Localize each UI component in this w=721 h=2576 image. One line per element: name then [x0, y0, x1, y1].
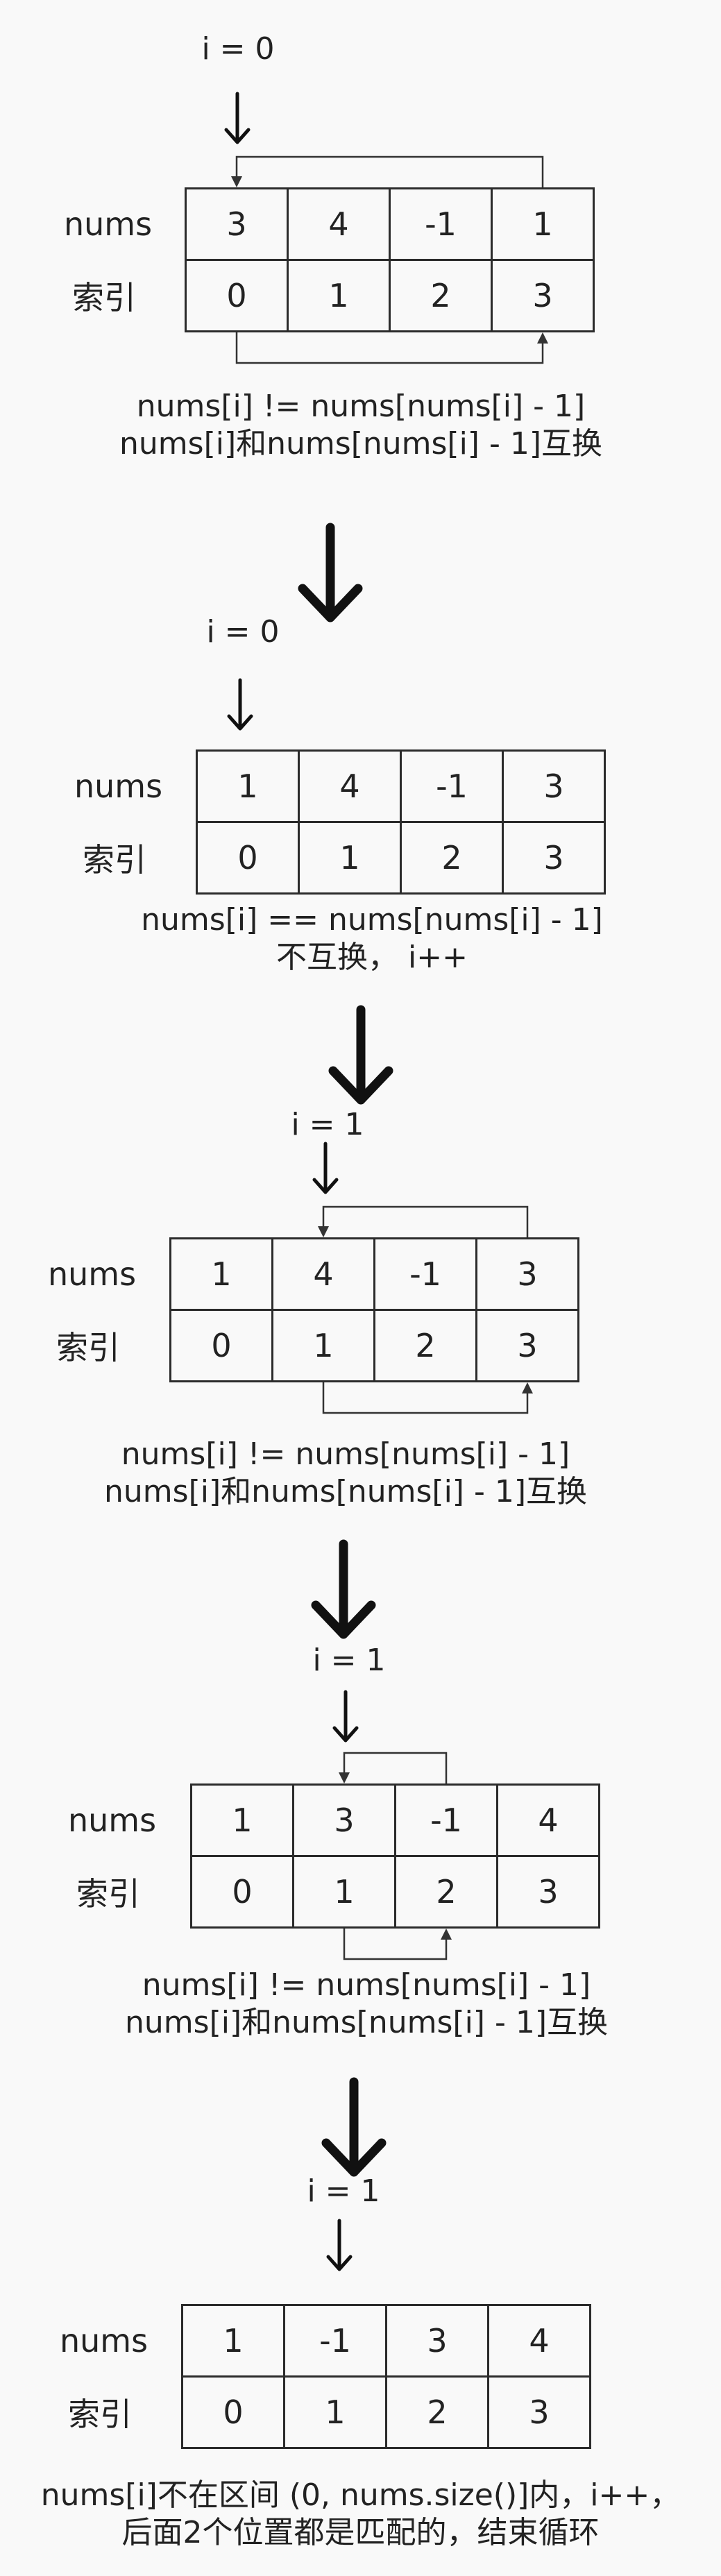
swap-connector-bottom: [343, 1929, 452, 1960]
nums-cell: 4: [496, 1783, 600, 1857]
nums-cell: 3: [502, 749, 606, 823]
nums-cell: 4: [287, 187, 391, 261]
nums-cell: 1: [169, 1237, 273, 1311]
swap-connector-top: [318, 1205, 529, 1237]
step-note-line1: nums[i] == nums[nums[i] - 1]: [141, 902, 603, 938]
nums-cell: 3: [292, 1783, 396, 1857]
nums-cell: -1: [373, 1237, 477, 1311]
next-step-arrow-icon: [298, 523, 363, 622]
pointer-down-arrow-icon: [312, 1142, 339, 1194]
swap-connector-top: [339, 1752, 448, 1783]
row-label-nums: nums: [74, 768, 163, 805]
index-cell: 2: [373, 1309, 477, 1382]
row-label-nums: nums: [48, 1255, 137, 1293]
swap-connector-top: [231, 155, 544, 187]
row-label-nums: nums: [64, 205, 153, 243]
step-note-line2: nums[i]和nums[nums[i] - 1]互换: [104, 1474, 587, 1509]
pointer-label: i = 1: [291, 1107, 364, 1142]
index-cell: 0: [196, 821, 300, 895]
next-step-arrow-icon: [311, 1539, 376, 1639]
step-note-line2: 不互换， i++: [276, 940, 468, 975]
next-step-arrow-icon: [328, 1005, 393, 1105]
index-cell: 0: [181, 2375, 285, 2449]
index-cell: 3: [475, 1309, 579, 1382]
index-cell: 3: [491, 259, 595, 332]
index-cell: 2: [394, 1855, 498, 1929]
row-label-index: 索引: [56, 1329, 120, 1366]
nums-cell: -1: [394, 1783, 498, 1857]
row-label-index: 索引: [68, 2396, 132, 2433]
nums-cell: 1: [196, 749, 300, 823]
index-cell: 3: [502, 821, 606, 895]
row-label-nums: nums: [60, 2322, 149, 2359]
index-cell: 2: [389, 259, 493, 332]
next-step-arrow-icon: [321, 2077, 387, 2177]
nums-cell: 1: [190, 1783, 294, 1857]
nums-cell: -1: [400, 749, 504, 823]
pointer-label: i = 0: [201, 31, 275, 67]
pointer-down-arrow-icon: [332, 1690, 359, 1743]
index-cell: 1: [298, 821, 402, 895]
pointer-label: i = 1: [312, 1643, 386, 1678]
index-cell: 1: [292, 1855, 396, 1929]
pointer-down-arrow-icon: [227, 678, 253, 731]
index-cell: 3: [496, 1855, 600, 1929]
index-cell: 1: [287, 259, 391, 332]
pointer-label: i = 0: [206, 614, 280, 650]
index-cell: 1: [271, 1309, 375, 1382]
step-note-line1: nums[i] != nums[nums[i] - 1]: [142, 1967, 591, 2003]
pointer-down-arrow-icon: [224, 92, 251, 144]
nums-cell: 3: [475, 1237, 579, 1311]
nums-cell: -1: [283, 2304, 387, 2378]
nums-cell: 1: [181, 2304, 285, 2378]
step-note-line2: 后面2个位置都是匹配的，结束循环: [121, 2515, 600, 2550]
swap-connector-bottom: [235, 332, 548, 364]
nums-cell: -1: [389, 187, 493, 261]
step-note-line1: nums[i] != nums[nums[i] - 1]: [121, 1437, 570, 1472]
index-cell: 3: [487, 2375, 591, 2449]
row-label-index: 索引: [83, 841, 146, 879]
index-cell: 1: [283, 2375, 387, 2449]
row-label-nums: nums: [68, 1802, 157, 1839]
index-cell: 2: [385, 2375, 489, 2449]
nums-cell: 4: [487, 2304, 591, 2378]
nums-cell: 4: [271, 1237, 375, 1311]
nums-cell: 3: [185, 187, 289, 261]
nums-cell: 3: [385, 2304, 489, 2378]
nums-cell: 1: [491, 187, 595, 261]
index-cell: 0: [185, 259, 289, 332]
step-note-line2: nums[i]和nums[nums[i] - 1]互换: [119, 426, 602, 461]
swap-connector-bottom: [322, 1382, 533, 1414]
step-note-line1: nums[i]不在区间 (0, nums.size()]内，i++，: [40, 2477, 681, 2513]
row-label-index: 索引: [72, 279, 136, 316]
step-note-line2: nums[i]和nums[nums[i] - 1]互换: [125, 2005, 608, 2040]
pointer-down-arrow-icon: [326, 2219, 353, 2271]
nums-cell: 4: [298, 749, 402, 823]
row-label-index: 索引: [76, 1875, 140, 1913]
index-cell: 0: [169, 1309, 273, 1382]
index-cell: 2: [400, 821, 504, 895]
index-cell: 0: [190, 1855, 294, 1929]
pointer-label: i = 1: [307, 2174, 380, 2209]
step-note-line1: nums[i] != nums[nums[i] - 1]: [136, 389, 586, 424]
